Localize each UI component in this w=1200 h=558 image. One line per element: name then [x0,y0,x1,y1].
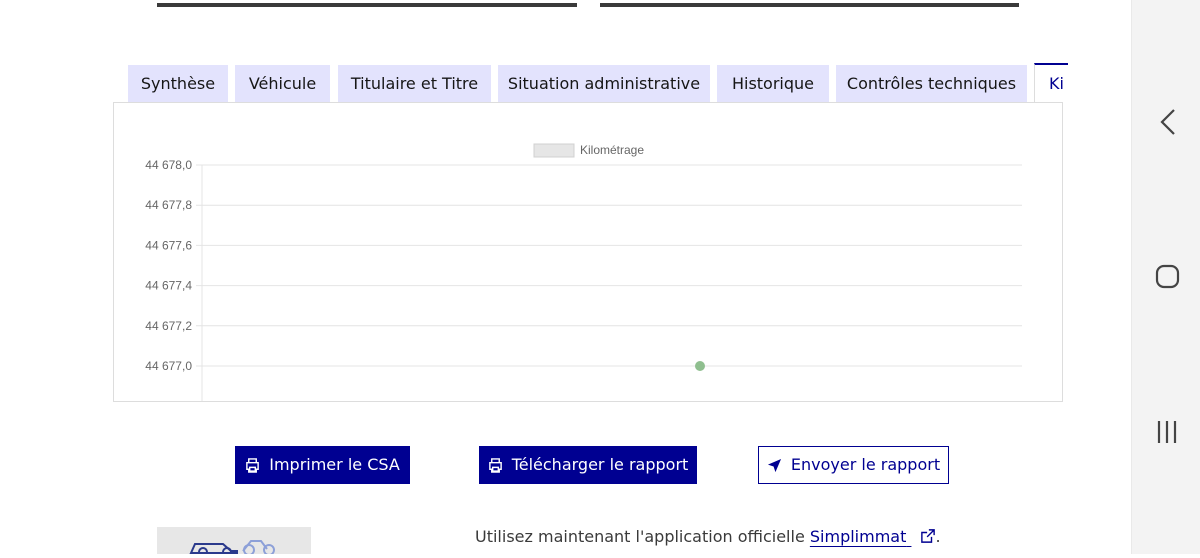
promo-vehicles-image [157,527,311,554]
printer-icon [488,457,502,473]
promo-text-before: Utilisez maintenant l'application offici… [475,527,810,546]
chart-y-tick-label: 44 677,4 [145,279,192,293]
chart-panel: 44 678,0 44 677,8 44 677,6 44 677,4 44 677,2… [113,102,1063,402]
tab-synthese[interactable]: Synthèse [128,65,228,103]
print-csa-button[interactable]: Imprimer le CSA [235,446,410,484]
top-divider-left [157,3,577,7]
send-report-button[interactable]: Envoyer le rapport [758,446,949,484]
tab-controles-techniques[interactable]: Contrôles techniques [836,65,1027,103]
tab-kilometrage[interactable]: Ki [1034,63,1068,103]
home-icon[interactable] [1155,264,1180,289]
printer-icon [246,457,260,473]
android-nav-bar [1131,0,1200,554]
send-report-label: Envoyer le rapport [790,455,941,474]
chart-data-point[interactable] [695,361,705,371]
kilometrage-chart: 44 678,0 44 677,8 44 677,6 44 677,4 44 677,2… [145,143,1022,401]
print-csa-label: Imprimer le CSA [269,455,400,474]
tab-historique[interactable]: Historique [717,65,829,103]
download-report-button[interactable]: Télécharger le rapport [479,446,697,484]
simplimmat-link[interactable]: Simplimmat [810,527,936,546]
promo-text-after: . [935,527,941,546]
page-main: Synthèse Véhicule Titulaire et Titre Sit… [0,0,1131,554]
chart-y-tick-label: 44 677,0 [145,359,192,373]
download-report-label: Télécharger le rapport [511,455,689,474]
send-arrow-icon [767,458,781,472]
chart-y-tick-label: 44 678,0 [145,158,192,172]
chart-grid [196,164,1022,401]
car-motorcycle-icon [189,540,275,554]
external-link-icon [921,529,936,543]
legend-swatch[interactable] [533,143,575,158]
tab-situation-administrative[interactable]: Situation administrative [498,65,710,103]
recents-icon[interactable] [1157,421,1177,443]
chart-legend: Kilométrage [533,143,644,158]
simplimmat-link-label: Simplimmat [809,527,907,546]
chart-y-tick-label: 44 677,2 [145,319,192,333]
tab-vehicule[interactable]: Véhicule [235,65,330,103]
chart-y-tick-label: 44 677,6 [145,238,192,252]
top-divider-right [600,3,1019,7]
chart-y-ticks: 44 678,0 44 677,8 44 677,6 44 677,4 44 677,2… [145,158,192,373]
chart-y-tick-label: 44 677,8 [145,198,192,212]
chart-points [695,361,705,371]
promo-text: Utilisez maintenant l'application offici… [475,527,941,546]
tab-bar: Synthèse Véhicule Titulaire et Titre Sit… [128,63,1068,103]
legend-label[interactable]: Kilométrage [580,143,644,157]
back-icon[interactable] [1160,109,1175,135]
android-nav-icons [1155,109,1180,443]
tab-titulaire-titre[interactable]: Titulaire et Titre [338,65,491,103]
